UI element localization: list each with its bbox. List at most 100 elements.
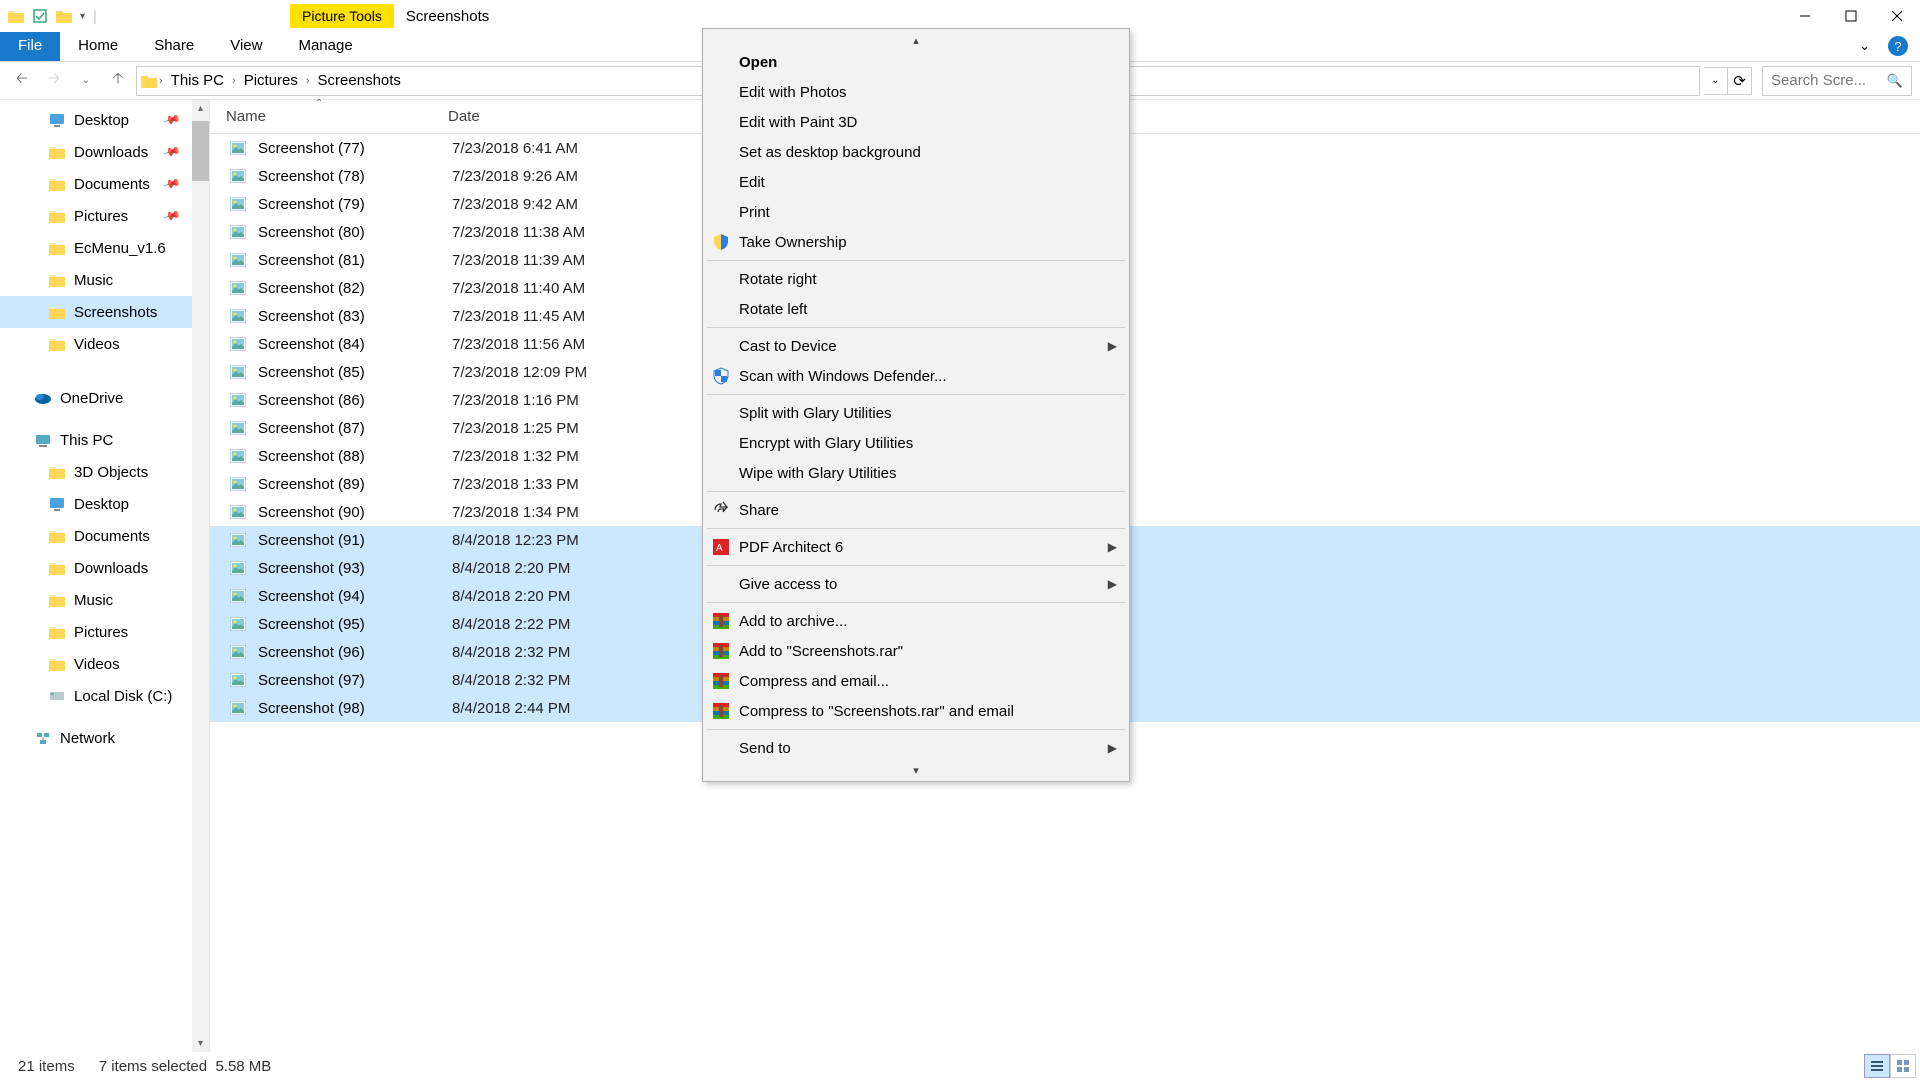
folder-icon	[48, 304, 66, 320]
context-menu-item-take-ownership[interactable]: Take Ownership	[703, 227, 1129, 257]
context-menu-item-print[interactable]: Print	[703, 197, 1129, 227]
recent-dropdown-icon[interactable]: ⌄	[72, 67, 100, 95]
sidebar-item-downloads[interactable]: Downloads	[0, 552, 209, 584]
ribbon-tab-file[interactable]: File	[0, 32, 60, 61]
file-date: 7/23/2018 12:09 PM	[452, 364, 692, 381]
maximize-button[interactable]	[1828, 0, 1874, 32]
scroll-up-icon[interactable]: ▴	[192, 100, 209, 117]
context-menu-item-edit-with-paint-3d[interactable]: Edit with Paint 3D	[703, 107, 1129, 137]
forward-button[interactable]: 🡢	[40, 67, 68, 95]
chevron-right-icon[interactable]: ›	[306, 75, 310, 87]
context-menu-item-compress-and-email[interactable]: Compress and email...	[703, 666, 1129, 696]
image-file-icon	[230, 505, 248, 519]
help-icon[interactable]: ?	[1888, 36, 1908, 56]
context-menu-label: Wipe with Glary Utilities	[739, 465, 897, 482]
context-menu-item-wipe-with-glary-utilities[interactable]: Wipe with Glary Utilities	[703, 458, 1129, 488]
sidebar-scrollbar[interactable]: ▴ ▾	[192, 100, 209, 1052]
breadcrumb-item[interactable]: This PC	[165, 70, 230, 91]
save-icon[interactable]	[32, 8, 48, 24]
sidebar-item-screenshots[interactable]: Screenshots	[0, 296, 209, 328]
expand-ribbon-icon[interactable]: ⌄	[1859, 38, 1870, 54]
address-dropdown-icon[interactable]: ⌄	[1704, 67, 1728, 95]
context-menu-item-cast-to-device[interactable]: Cast to Device▶	[703, 331, 1129, 361]
context-menu-scroll-down-icon[interactable]: ▾	[703, 763, 1129, 777]
sidebar-item-desktop[interactable]: Desktop📌	[0, 104, 209, 136]
sidebar-item-ecmenu-v1-6[interactable]: EcMenu_v1.6	[0, 232, 209, 264]
close-button[interactable]	[1874, 0, 1920, 32]
file-date: 8/4/2018 12:23 PM	[452, 532, 692, 549]
sidebar-item-local-disk-c-[interactable]: Local Disk (C:)	[0, 680, 209, 712]
chevron-right-icon[interactable]: ›	[232, 75, 236, 87]
context-menu-item-add-to-archive[interactable]: Add to archive...	[703, 606, 1129, 636]
ribbon-tab-manage[interactable]: Manage	[280, 32, 370, 61]
scrollbar-thumb[interactable]	[192, 121, 209, 181]
column-name[interactable]: ⌃Name	[226, 108, 448, 125]
sidebar-item-documents[interactable]: Documents📌	[0, 168, 209, 200]
context-menu-item-add-to-screenshots-rar[interactable]: Add to "Screenshots.rar"	[703, 636, 1129, 666]
file-date: 8/4/2018 2:32 PM	[452, 644, 692, 661]
shield-icon	[711, 232, 731, 252]
chevron-right-icon[interactable]: ›	[159, 75, 163, 87]
context-menu-separator	[707, 528, 1125, 529]
view-large-icons-button[interactable]	[1890, 1054, 1916, 1078]
sidebar-item-music[interactable]: Music	[0, 584, 209, 616]
qat-folder-icon[interactable]	[56, 9, 72, 23]
context-menu-item-rotate-left[interactable]: Rotate left	[703, 294, 1129, 324]
scroll-down-icon[interactable]: ▾	[192, 1035, 209, 1052]
search-input[interactable]: Search Scre... 🔍	[1762, 66, 1912, 96]
context-menu-item-open[interactable]: Open	[703, 47, 1129, 77]
sidebar-item-desktop[interactable]: Desktop	[0, 488, 209, 520]
sidebar-item-label: Network	[60, 730, 115, 747]
breadcrumb-item[interactable]: Pictures	[238, 70, 304, 91]
sort-asc-icon: ⌃	[315, 98, 323, 109]
view-details-button[interactable]	[1864, 1054, 1890, 1078]
sidebar-item-network[interactable]: Network	[0, 722, 209, 754]
context-menu-separator	[707, 491, 1125, 492]
sidebar-item-downloads[interactable]: Downloads📌	[0, 136, 209, 168]
context-menu-scroll-up-icon[interactable]: ▴	[703, 33, 1129, 47]
window-title: Screenshots	[394, 4, 501, 29]
sidebar-item-music[interactable]: Music	[0, 264, 209, 296]
file-name: Screenshot (83)	[258, 308, 452, 325]
sidebar-item-label: Pictures	[74, 208, 128, 225]
context-menu-item-encrypt-with-glary-utilities[interactable]: Encrypt with Glary Utilities	[703, 428, 1129, 458]
context-menu-item-rotate-right[interactable]: Rotate right	[703, 264, 1129, 294]
ribbon-tab-home[interactable]: Home	[60, 32, 136, 61]
sidebar-item-this-pc[interactable]: This PC	[0, 424, 209, 456]
image-file-icon	[230, 673, 248, 687]
column-date[interactable]: Date	[448, 108, 688, 125]
ribbon-tab-view[interactable]: View	[212, 32, 280, 61]
context-menu-label: Edit with Paint 3D	[739, 114, 857, 131]
ribbon-tab-share[interactable]: Share	[136, 32, 212, 61]
chevron-right-icon: ▶	[1108, 339, 1117, 353]
up-button[interactable]: 🡡	[104, 67, 132, 95]
context-menu-item-split-with-glary-utilities[interactable]: Split with Glary Utilities	[703, 398, 1129, 428]
context-menu-label: Edit with Photos	[739, 84, 847, 101]
file-name: Screenshot (86)	[258, 392, 452, 409]
sidebar-item-pictures[interactable]: Pictures📌	[0, 200, 209, 232]
refresh-button[interactable]: ⟳	[1728, 67, 1752, 95]
context-menu-item-compress-to-screenshots-rar-and-email[interactable]: Compress to "Screenshots.rar" and email	[703, 696, 1129, 726]
context-menu-item-edit-with-photos[interactable]: Edit with Photos	[703, 77, 1129, 107]
sidebar-item-pictures[interactable]: Pictures	[0, 616, 209, 648]
context-menu-item-pdf-architect-6[interactable]: APDF Architect 6▶	[703, 532, 1129, 562]
sidebar-item-3d-objects[interactable]: 3D Objects	[0, 456, 209, 488]
context-menu-item-send-to[interactable]: Send to▶	[703, 733, 1129, 763]
sidebar-item-videos[interactable]: Videos	[0, 328, 209, 360]
back-button[interactable]: 🡠	[8, 67, 36, 95]
qat-dropdown-icon[interactable]: ▾	[80, 11, 85, 22]
sidebar-item-documents[interactable]: Documents	[0, 520, 209, 552]
sidebar-item-onedrive[interactable]: OneDrive	[0, 382, 209, 414]
context-menu-item-scan-with-windows-defender[interactable]: Scan with Windows Defender...	[703, 361, 1129, 391]
context-menu-item-share[interactable]: Share	[703, 495, 1129, 525]
minimize-button[interactable]	[1782, 0, 1828, 32]
rar-icon	[711, 671, 731, 691]
context-menu-item-set-as-desktop-background[interactable]: Set as desktop background	[703, 137, 1129, 167]
folder-icon	[48, 464, 66, 480]
sidebar-item-videos[interactable]: Videos	[0, 648, 209, 680]
context-menu-item-give-access-to[interactable]: Give access to▶	[703, 569, 1129, 599]
image-file-icon	[230, 701, 248, 715]
breadcrumb-item[interactable]: Screenshots	[312, 70, 407, 91]
share-icon	[711, 500, 731, 520]
context-menu-item-edit[interactable]: Edit	[703, 167, 1129, 197]
